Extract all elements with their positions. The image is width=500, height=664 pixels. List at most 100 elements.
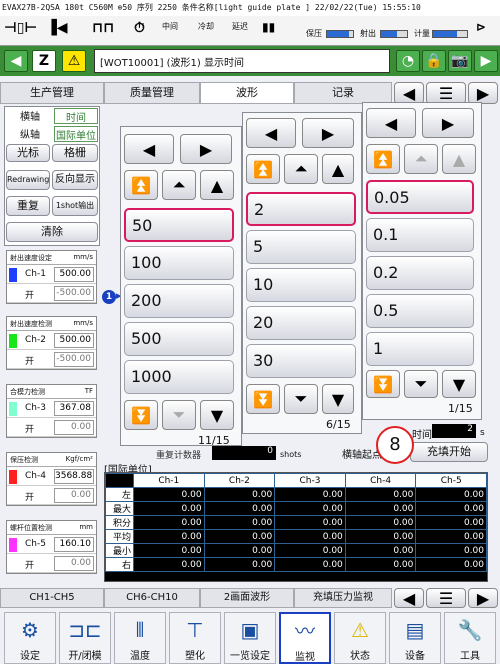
picker1-option[interactable]: 100 (124, 246, 234, 280)
channel-min-input[interactable]: 0.00 (54, 420, 94, 435)
channel-min-input[interactable]: 0.00 (54, 556, 94, 571)
clear-button[interactable]: 清除 (6, 222, 98, 242)
fill-start-button[interactable]: 充填开始 (410, 442, 488, 462)
table-row: 最小 0.00 0.00 0.00 0.00 0.00 (105, 543, 487, 558)
channel-title: 保压检测 Kgf/cm² (7, 453, 96, 467)
picker2-option[interactable]: 5 (246, 230, 356, 264)
nav-monitor[interactable]: 〰监视 (279, 612, 331, 664)
picker1-option[interactable]: 500 (124, 322, 234, 356)
nav-tools[interactable]: 🔧 工具 (444, 612, 496, 664)
picker1-page-down-icon[interactable]: ⏷ (162, 400, 196, 430)
menu-icon[interactable]: ☰ (426, 82, 466, 104)
picker2-first-icon[interactable]: ⏫ (246, 154, 280, 184)
channel-max-input[interactable]: 500.00 (54, 267, 94, 282)
picker3-option[interactable]: 0.1 (366, 218, 474, 252)
picker3-page-up-icon[interactable]: ⏶ (404, 144, 438, 174)
nav-temperature[interactable]: ⫴ 温度 (114, 612, 166, 664)
channel-min-input[interactable]: -500.00 (54, 352, 94, 367)
picker1-option[interactable]: 50 (124, 208, 234, 242)
x-axis-value[interactable]: 时间 (54, 108, 98, 124)
picker2-option[interactable]: 10 (246, 268, 356, 302)
tab-production[interactable]: 生产管理 (0, 82, 104, 104)
grid-button[interactable]: 格栅 (52, 144, 98, 162)
picker3-page-down-icon[interactable]: ⏷ (404, 370, 438, 398)
nav-plasticize[interactable]: ⊤ 塑化 (169, 612, 221, 664)
tab-waveform[interactable]: 波形 (200, 82, 294, 104)
cursor-marker[interactable]: 1 (102, 290, 116, 304)
repeat-button[interactable]: 重复 (6, 196, 50, 216)
channel-min-input[interactable]: 0.00 (54, 488, 94, 503)
camera-button[interactable]: 📷 (448, 50, 472, 72)
eject-gauge (380, 30, 408, 38)
picker1-option[interactable]: 1000 (124, 360, 234, 394)
channel-title: 合模力检测 TF (7, 385, 96, 399)
picker3-option[interactable]: 1 (366, 332, 474, 366)
tab-ch1-ch5[interactable]: CH1-CH5 (0, 588, 104, 608)
nav-status[interactable]: ⚠ 状态 (334, 612, 386, 664)
grid-header: Ch-3 (274, 473, 346, 488)
picker1-down-icon[interactable]: ▼ (200, 400, 234, 430)
picker3-last-icon[interactable]: ⏬ (366, 370, 400, 398)
picker1-right-button[interactable]: ▶ (180, 134, 232, 164)
warning-icon[interactable]: ⚠ (62, 50, 86, 72)
picker3-left-button[interactable]: ◀ (366, 108, 416, 138)
picker1-page-up-icon[interactable]: ⏶ (162, 170, 196, 200)
measurement-grid: Ch-1 Ch-2 Ch-3 Ch-4 Ch-5 左 0.00 0.00 0.00 0.00 0.… (104, 472, 488, 582)
back-button[interactable]: ◀ (4, 50, 28, 72)
lock-button[interactable]: 🔒 (422, 50, 446, 72)
nav-overview-settings[interactable]: ▣ 一览设定 (224, 612, 276, 664)
channel-max-input[interactable]: 367.08 (54, 401, 94, 416)
picker2-page-down-icon[interactable]: ⏷ (284, 384, 318, 414)
picker1-last-icon[interactable]: ⏬ (124, 400, 158, 430)
counter-mid-label: 中间 (162, 22, 178, 31)
tab-ch6-ch10[interactable]: CH6-CH10 (104, 588, 200, 608)
picker3-first-icon[interactable]: ⏫ (366, 144, 400, 174)
tab-next-button[interactable]: ▶ (468, 82, 498, 104)
tab-prev-button[interactable]: ◀ (394, 82, 424, 104)
picker2-option[interactable]: 20 (246, 306, 356, 340)
redraw-button[interactable]: Redrawing (6, 170, 50, 190)
picker3-down-icon[interactable]: ▼ (442, 370, 476, 398)
tab-fill-pressure-monitor[interactable]: 充填压力监视 (294, 588, 392, 608)
picker2-option[interactable]: 2 (246, 192, 356, 226)
picker1-left-button[interactable]: ◀ (124, 134, 174, 164)
picker1-up-icon[interactable]: ▲ (200, 170, 234, 200)
nozzle-icon: ⊳ (476, 20, 487, 34)
forward-button[interactable]: ▶ (474, 50, 498, 72)
picker2-last-icon[interactable]: ⏬ (246, 384, 280, 414)
picker2-right-button[interactable]: ▶ (302, 118, 354, 148)
picker1-option[interactable]: 200 (124, 284, 234, 318)
nav-equipment[interactable]: ▤ 设备 (389, 612, 441, 664)
channel-box-1: 射出速度设定 mm/s Ch-1 500.00 开 -500.00 (6, 250, 97, 304)
timer-button[interactable]: ◔ (396, 50, 420, 72)
tab-dual-waveform[interactable]: 2画面波形 (200, 588, 294, 608)
picker2-option[interactable]: 30 (246, 344, 356, 378)
picker2-down-icon[interactable]: ▼ (322, 384, 354, 414)
tab-quality[interactable]: 质量管理 (104, 82, 200, 104)
oneshot-output-button[interactable]: 1shot输出 (52, 196, 98, 216)
picker2-up-icon[interactable]: ▲ (322, 154, 354, 184)
channel-min-input[interactable]: -500.00 (54, 286, 94, 301)
tab-record[interactable]: 记录 (294, 82, 392, 104)
channel-max-input[interactable]: 3568.88 (54, 469, 94, 484)
picker3-option[interactable]: 0.2 (366, 256, 474, 290)
bottom-menu-icon[interactable]: ☰ (426, 588, 466, 608)
bottom-next-button[interactable]: ▶ (468, 588, 498, 608)
picker3-right-button[interactable]: ▶ (422, 108, 474, 138)
y-axis-value[interactable]: 国际单位 (54, 126, 98, 142)
picker1-first-icon[interactable]: ⏫ (124, 170, 158, 200)
picker2-page-up-icon[interactable]: ⏶ (284, 154, 318, 184)
cursor-button[interactable]: 光标 (6, 144, 50, 162)
logo-icon: Z (32, 50, 56, 72)
channel-max-input[interactable]: 500.00 (54, 333, 94, 348)
channel-max-input[interactable]: 160.10 (54, 537, 94, 552)
picker2-left-button[interactable]: ◀ (246, 118, 296, 148)
picker3-up-icon[interactable]: ▲ (442, 144, 476, 174)
reverse-display-button[interactable]: 反向显示 (52, 170, 98, 190)
picker3-option[interactable]: 0.05 (366, 180, 474, 214)
nav-settings[interactable]: ⚙ 设定 (4, 612, 56, 664)
picker3-option[interactable]: 0.5 (366, 294, 474, 328)
nav-mold-open-close[interactable]: ⊐⊏ 开/闭模 (59, 612, 111, 664)
grid-header: Ch-1 (133, 473, 205, 488)
bottom-prev-button[interactable]: ◀ (394, 588, 424, 608)
